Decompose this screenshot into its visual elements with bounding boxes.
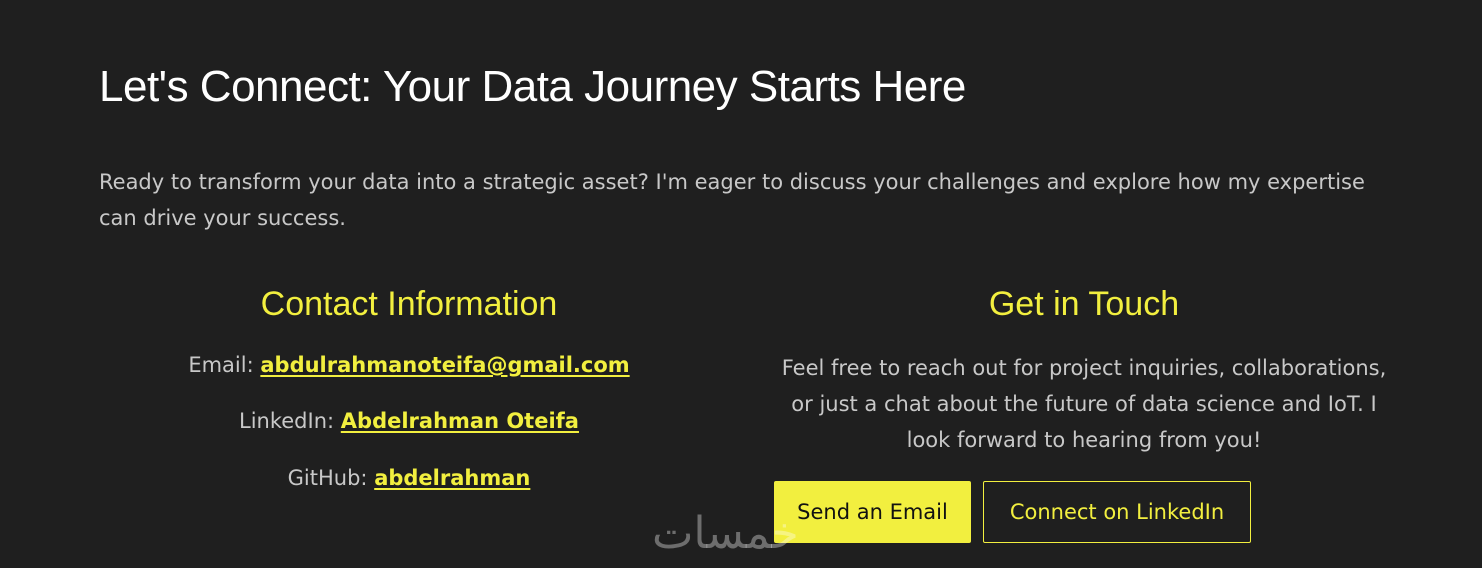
email-link[interactable]: abdulrahmanoteifa@gmail.com: [260, 353, 629, 377]
linkedin-label: LinkedIn:: [239, 409, 335, 433]
contact-email-line: Email: abdulrahmanoteifa@gmail.com: [170, 350, 648, 380]
contact-linkedin-line: LinkedIn: Abdelrahman Oteifa: [170, 406, 648, 436]
get-in-touch-heading: Get in Touch: [988, 285, 1180, 323]
email-label: Email:: [188, 353, 254, 377]
contact-information-section: Contact Information Email: abdulrahmanot…: [170, 280, 648, 490]
intro-text: Ready to transform your data into a stra…: [99, 170, 1365, 230]
watermark-logo: خمسات: [652, 508, 799, 559]
github-label: GitHub:: [287, 466, 368, 490]
contact-github-line: GitHub: abdelrahman: [170, 463, 648, 493]
github-link[interactable]: abdelrahman: [374, 466, 530, 490]
get-in-touch-section: Get in Touch Feel free to reach out for …: [772, 280, 1396, 543]
contact-heading: Contact Information: [260, 285, 558, 323]
connect-linkedin-button[interactable]: Connect on LinkedIn: [983, 481, 1251, 543]
page-title: Let's Connect: Your Data Journey Starts …: [99, 62, 966, 111]
get-in-touch-text: Feel free to reach out for project inqui…: [781, 356, 1387, 452]
linkedin-link[interactable]: Abdelrahman Oteifa: [341, 409, 579, 433]
send-email-button[interactable]: Send an Email: [774, 481, 971, 543]
